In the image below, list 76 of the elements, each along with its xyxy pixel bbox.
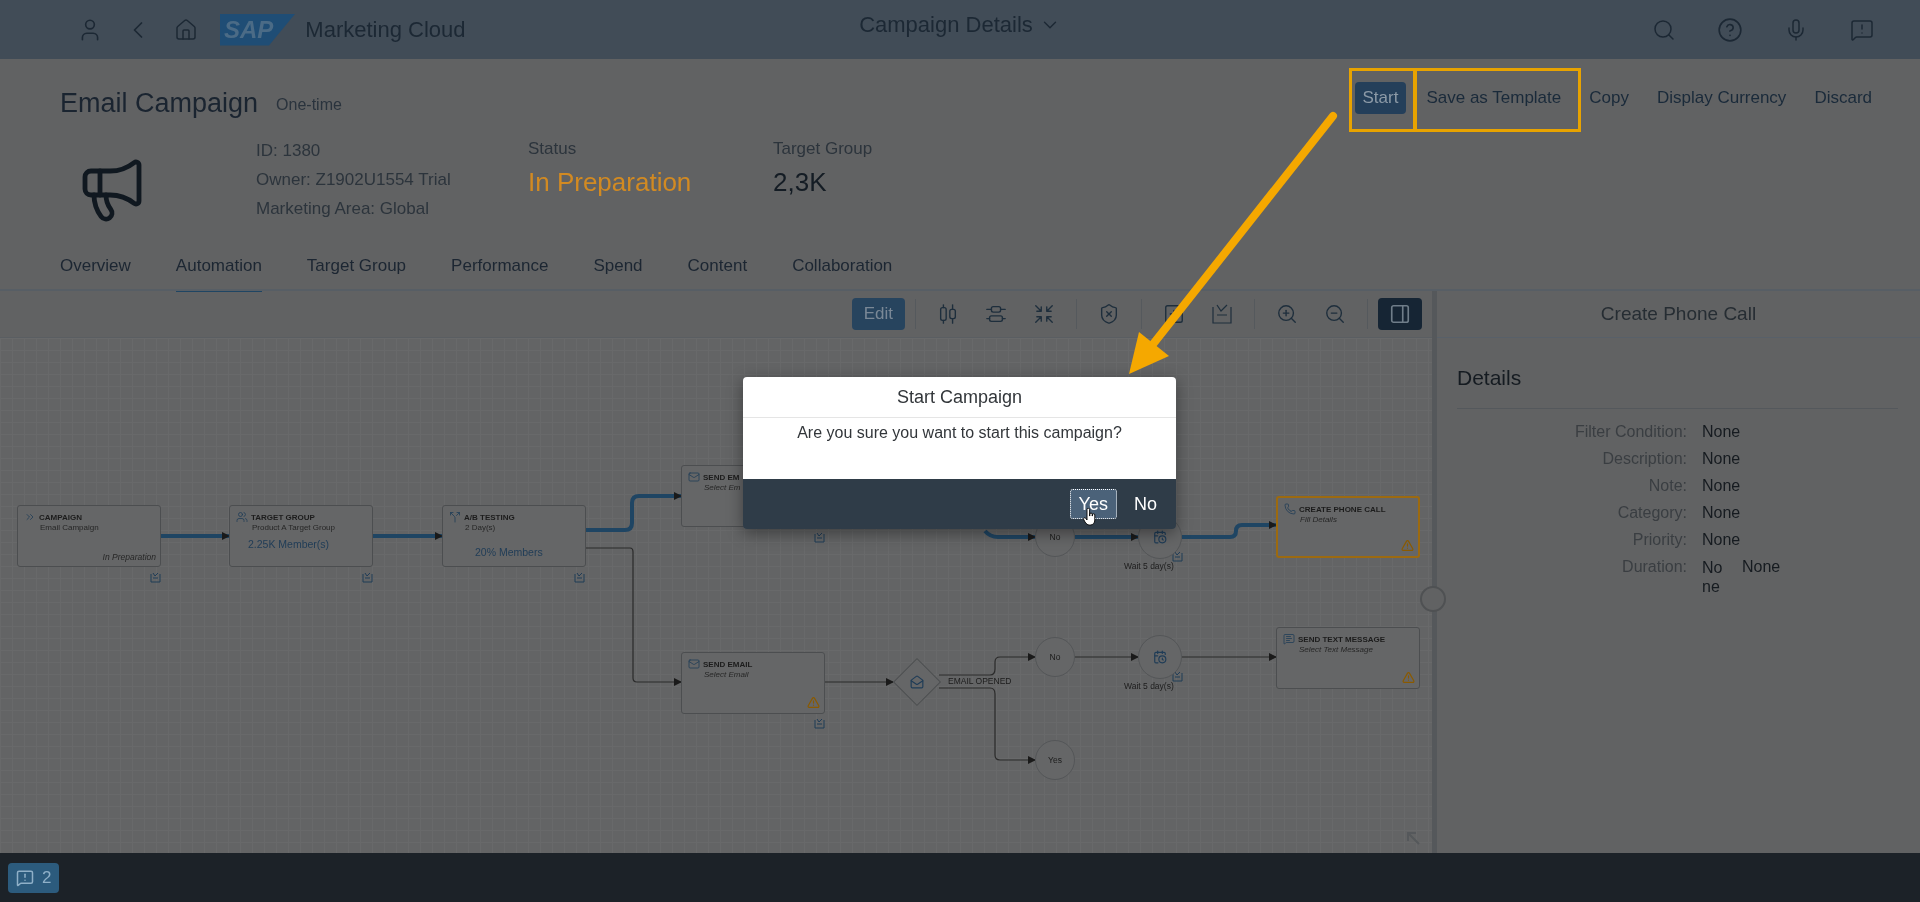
tab[interactable]: Target Group bbox=[306, 247, 407, 292]
calendar-clock-icon bbox=[1153, 530, 1167, 544]
connector-arrow bbox=[160, 532, 230, 540]
wait-caption: Wait 5 day(s) bbox=[1124, 561, 1174, 571]
calendar-clock-icon bbox=[1153, 650, 1167, 664]
field-value: None bbox=[1742, 558, 1781, 576]
connector-arrow bbox=[823, 678, 894, 686]
connector-arrow bbox=[983, 529, 1036, 541]
kpi-value: In Preparation bbox=[528, 167, 693, 198]
tab[interactable]: Overview bbox=[60, 247, 131, 292]
kpi-value: 2,3K bbox=[773, 167, 828, 198]
outcome-node[interactable]: No bbox=[1035, 637, 1075, 677]
side-panel-toggle[interactable] bbox=[1378, 298, 1422, 330]
field-value: None bbox=[1702, 531, 1741, 549]
wait-node[interactable] bbox=[1138, 635, 1182, 679]
outcome-node[interactable]: Yes bbox=[1035, 740, 1075, 780]
tab[interactable]: Performance bbox=[451, 247, 549, 292]
node-icon bbox=[688, 471, 700, 483]
field-value: None bbox=[1702, 477, 1741, 495]
tab[interactable]: Automation bbox=[175, 247, 262, 292]
panel-title: Create Phone Call bbox=[1437, 291, 1920, 338]
node-icon bbox=[1283, 633, 1295, 645]
connector-arrow bbox=[1074, 653, 1139, 661]
tab[interactable]: Content bbox=[687, 247, 748, 292]
action-button[interactable]: Discard bbox=[1806, 82, 1880, 114]
checklist-icon[interactable] bbox=[814, 718, 825, 729]
wait-caption: Wait 5 day(s) bbox=[1124, 681, 1174, 691]
node-detail: 2.25K Member(s) bbox=[248, 538, 331, 550]
decision-label: EMAIL OPENED bbox=[948, 676, 1012, 686]
connector-arrow bbox=[1075, 533, 1139, 541]
message-icon bbox=[16, 868, 34, 887]
node-detail: 20% Members bbox=[475, 546, 544, 558]
side-panel-icon bbox=[1389, 303, 1411, 325]
edit-button[interactable]: Edit bbox=[851, 298, 905, 330]
tab[interactable]: Spend bbox=[593, 247, 643, 292]
field-value: None bbox=[1702, 558, 1724, 597]
checklist-icon[interactable] bbox=[814, 532, 825, 543]
node-title: SEND TEXT MESSAGE bbox=[1298, 634, 1386, 644]
checklist-icon[interactable] bbox=[574, 572, 585, 583]
node-title: CAMPAIGN bbox=[39, 512, 82, 522]
mail-icon bbox=[910, 675, 924, 689]
object-subtitle: One-time bbox=[276, 96, 342, 114]
resize-handle[interactable] bbox=[1420, 586, 1446, 612]
connector-arrow bbox=[373, 532, 443, 540]
section-title: Details bbox=[1457, 366, 1898, 409]
dialog-button[interactable]: No bbox=[1125, 489, 1166, 519]
tab[interactable]: Collaboration bbox=[792, 247, 893, 292]
checklist-icon[interactable] bbox=[362, 572, 373, 583]
checklist-icon[interactable] bbox=[1172, 671, 1183, 682]
node-icon bbox=[24, 511, 36, 523]
node-title: CREATE PHONE CALL bbox=[1299, 504, 1386, 514]
node-icon bbox=[1284, 503, 1296, 515]
node-icon bbox=[236, 511, 248, 523]
warning-icon bbox=[1402, 671, 1415, 684]
object-title: Email Campaign bbox=[60, 87, 259, 119]
node-title: SEND EM bbox=[703, 472, 740, 482]
field-value: None bbox=[1702, 504, 1741, 522]
warning-icon bbox=[807, 696, 820, 709]
hand-cursor-icon bbox=[1082, 508, 1097, 526]
node-icon bbox=[688, 658, 700, 670]
node-title: SEND EMAIL bbox=[703, 659, 753, 669]
dialog-title: Start Campaign bbox=[743, 377, 1176, 418]
messages-button[interactable]: 2 bbox=[8, 862, 60, 893]
checklist-icon[interactable] bbox=[1172, 551, 1183, 562]
action-button[interactable]: Copy bbox=[1581, 82, 1637, 114]
start-button[interactable]: Start bbox=[1354, 82, 1407, 114]
node-icon bbox=[449, 511, 461, 523]
node-title: TARGET GROUP bbox=[251, 512, 315, 522]
dialog-message: Are you sure you want to start this campaign? bbox=[796, 423, 1123, 442]
node-title: A/B TESTING bbox=[464, 512, 515, 522]
field-value: None bbox=[1702, 423, 1741, 441]
field-value: None bbox=[1702, 450, 1741, 468]
action-button[interactable]: Display Currency bbox=[1648, 82, 1795, 114]
action-button[interactable]: Save as Template bbox=[1418, 82, 1570, 114]
warning-icon bbox=[1401, 539, 1414, 552]
checklist-icon[interactable] bbox=[150, 572, 161, 583]
